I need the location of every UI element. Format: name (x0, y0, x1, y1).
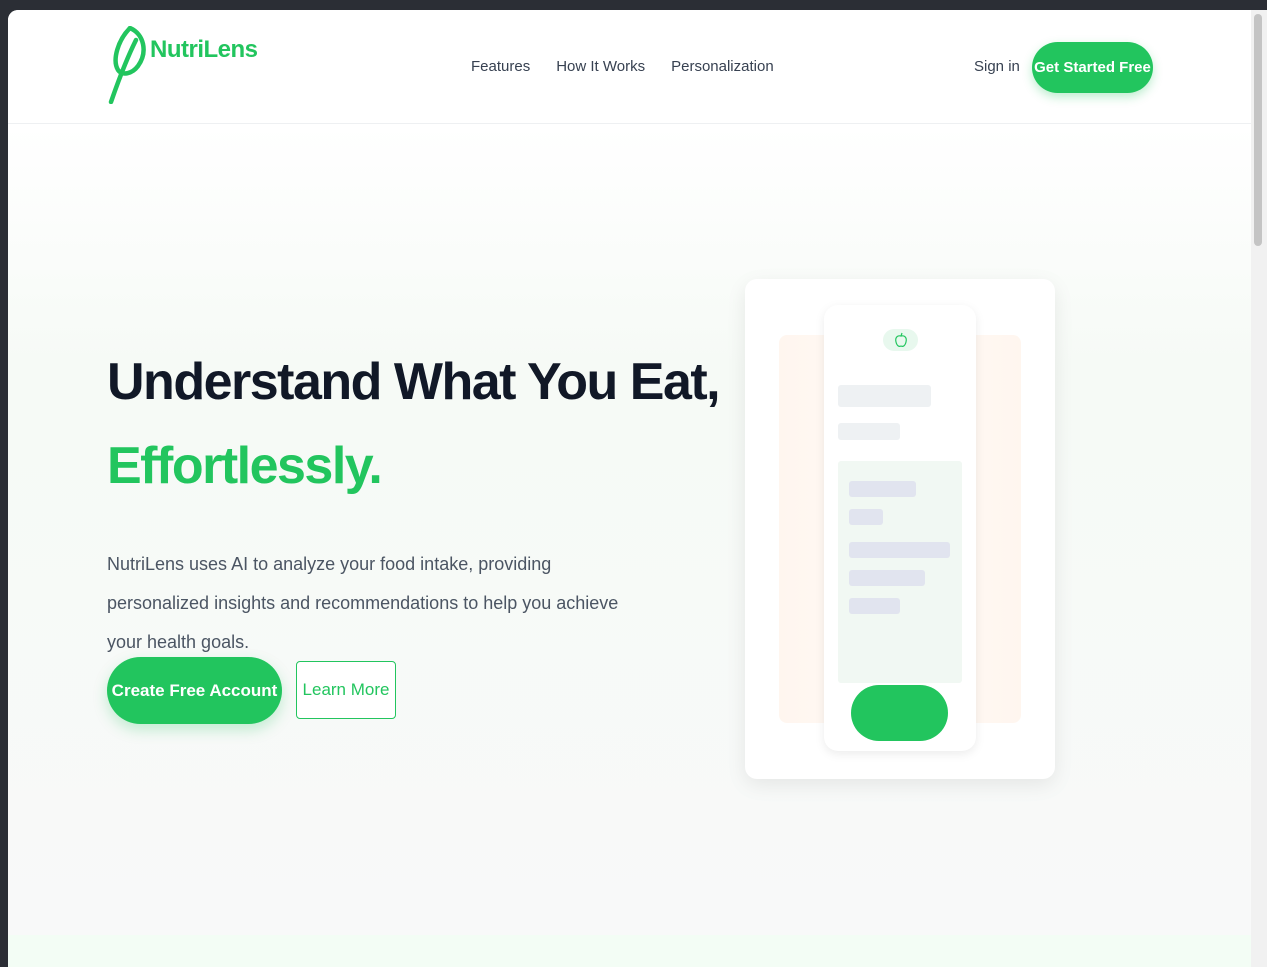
site-header: NutriLens Features How It Works Personal… (8, 10, 1251, 124)
hero-section: Understand What You Eat, Effortlessly. N… (8, 125, 1251, 935)
main-nav: Features How It Works Personalization (471, 58, 774, 75)
hero-description: NutriLens uses AI to analyze your food i… (107, 554, 619, 652)
skeleton-heading (838, 385, 931, 407)
sign-in-link[interactable]: Sign in (974, 58, 1020, 75)
nav-link-features[interactable]: Features (471, 58, 530, 75)
create-account-button[interactable]: Create Free Account (107, 657, 282, 724)
skeleton-line (849, 570, 925, 586)
next-section-edge (8, 935, 1251, 967)
app-mockup-card (745, 279, 1055, 779)
nav-link-personalization[interactable]: Personalization (671, 58, 774, 75)
skeleton-line (849, 509, 883, 525)
brand-logo[interactable]: NutriLens (108, 26, 258, 104)
hero-title-accent: Effortlessly. (107, 437, 383, 495)
skeleton-subheading (838, 423, 900, 440)
learn-more-button[interactable]: Learn More (296, 661, 396, 719)
nav-link-how-it-works[interactable]: How It Works (556, 58, 645, 75)
skeleton-line (849, 542, 950, 558)
phone-mockup (824, 305, 976, 751)
skeleton-line (849, 481, 916, 497)
window-top-bar (0, 0, 1267, 10)
get-started-button[interactable]: Get Started Free (1032, 42, 1153, 93)
apple-icon (883, 329, 918, 351)
phone-action-button (851, 685, 948, 741)
scrollbar-thumb[interactable] (1254, 14, 1262, 246)
browser-window: Understand What You Eat, Effortlessly. N… (8, 10, 1251, 967)
skeleton-line (849, 598, 900, 614)
hero-title-line1: Understand What You Eat, (107, 353, 721, 411)
brand-name: NutriLens (150, 36, 258, 63)
hero-title: Understand What You Eat, Effortlessly. (107, 340, 721, 508)
skeleton-panel (838, 461, 962, 683)
leaf-icon (108, 26, 146, 104)
